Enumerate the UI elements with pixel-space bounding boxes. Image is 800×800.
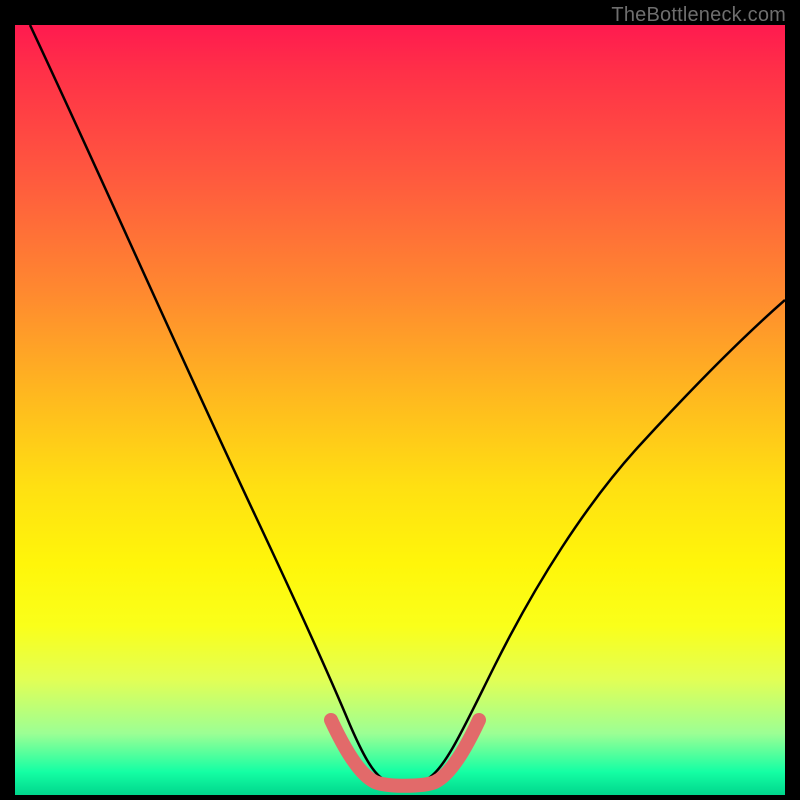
chart-plot <box>15 25 785 795</box>
watermark-text: TheBottleneck.com <box>611 4 786 27</box>
chart-frame <box>15 25 785 795</box>
main-curve <box>30 25 785 782</box>
